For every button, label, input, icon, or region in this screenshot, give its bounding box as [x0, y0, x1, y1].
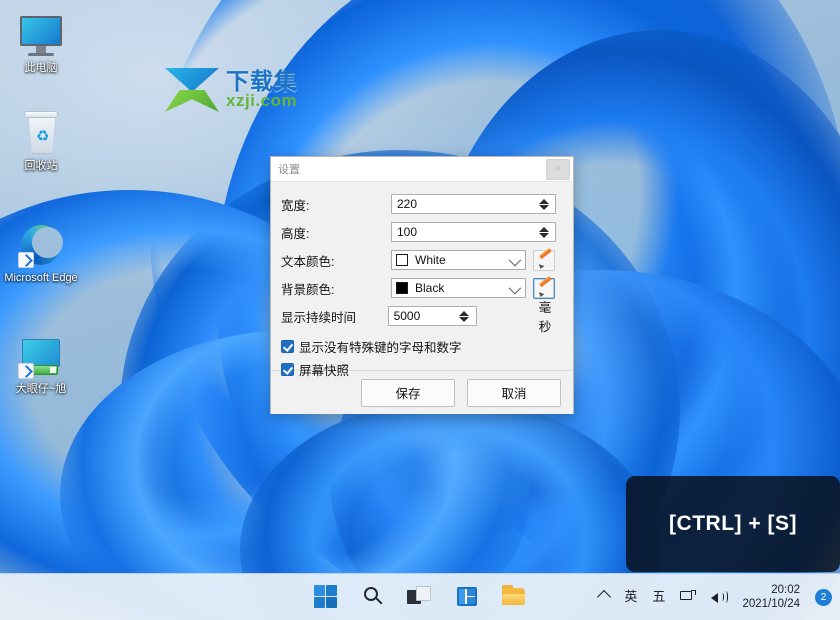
this-pc-icon: [18, 12, 64, 58]
background-color-label: 背景颜色:: [281, 279, 391, 298]
chevron-down-icon[interactable]: [509, 254, 522, 267]
taskbar-tray: 英 五 20:02 2021/10/24 2: [599, 583, 832, 611]
checkbox-label: 显示没有特殊键的字母和数字: [299, 337, 462, 356]
width-spinner-arrows[interactable]: [536, 196, 551, 213]
file-explorer-icon[interactable]: [501, 584, 527, 610]
app-shortcut-icon: [18, 333, 64, 379]
ime-language-indicator[interactable]: 英: [624, 590, 637, 604]
background-color-select[interactable]: Black: [391, 278, 526, 298]
chevron-up-icon[interactable]: [539, 227, 549, 232]
chevron-down-icon[interactable]: [459, 317, 469, 322]
row-text-color: 文本颜色: White: [281, 246, 563, 274]
taskbar: 英 五 20:02 2021/10/24 2: [0, 573, 840, 620]
checkbox-label: 屏幕快照: [299, 360, 349, 379]
recycle-bin-icon: ♻: [18, 110, 64, 156]
clock-date: 2021/10/24: [742, 597, 800, 611]
desktop-icon-app-shortcut[interactable]: 大眼仔~旭: [0, 333, 82, 396]
row-background-color: 背景颜色: Black: [281, 274, 563, 302]
checkbox-icon[interactable]: [281, 363, 294, 376]
checkbox-icon[interactable]: [281, 340, 294, 353]
row-height: 高度: 100: [281, 218, 563, 246]
chevron-up-icon[interactable]: [597, 590, 611, 604]
dialog-title: 设置: [271, 161, 300, 177]
row-width: 宽度: 220: [281, 190, 563, 218]
dialog-form: 宽度: 220 高度: 100 文本颜色:: [271, 182, 573, 370]
duration-stepper[interactable]: 5000: [388, 306, 477, 326]
background-color-value: Black: [415, 281, 444, 295]
pencil-icon: [538, 283, 552, 296]
height-spinner-arrows[interactable]: [536, 224, 551, 241]
keystroke-text: [CTRL] + [S]: [669, 512, 797, 536]
chevron-up-icon[interactable]: [459, 311, 469, 316]
width-stepper[interactable]: 220: [391, 194, 556, 214]
start-icon[interactable]: [313, 584, 339, 610]
text-color-edit-button[interactable]: [533, 250, 555, 271]
ime-mode-indicator[interactable]: 五: [652, 590, 665, 604]
text-color-swatch: [396, 254, 408, 266]
duration-unit-label: 毫秒: [539, 297, 563, 335]
close-icon[interactable]: ×: [546, 159, 570, 180]
widgets-icon[interactable]: [454, 584, 480, 610]
shortcut-arrow-icon: [18, 252, 34, 268]
chevron-down-icon[interactable]: [539, 205, 549, 210]
chevron-up-icon[interactable]: [539, 199, 549, 204]
task-view-icon[interactable]: [407, 584, 433, 610]
microsoft-edge-icon: [18, 222, 64, 268]
text-color-label: 文本颜色:: [281, 251, 391, 270]
save-button[interactable]: 保存: [361, 379, 455, 407]
duration-label: 显示持续时间: [281, 307, 388, 326]
height-label: 高度:: [281, 223, 391, 242]
width-label: 宽度:: [281, 195, 391, 214]
clock-time: 20:02: [742, 583, 800, 597]
desktop-icon-recycle-bin[interactable]: ♻ 回收站: [0, 110, 82, 173]
background-color-swatch: [396, 282, 408, 294]
notification-badge[interactable]: 2: [815, 589, 832, 606]
search-icon[interactable]: [360, 584, 386, 610]
site-watermark: 下载集 xzji.com: [165, 68, 298, 112]
desktop-icon-label: Microsoft Edge: [0, 272, 82, 285]
desktop-icon-microsoft-edge[interactable]: Microsoft Edge: [0, 222, 82, 285]
desktop-icon-label: 此电脑: [0, 62, 82, 75]
chevron-down-icon[interactable]: [509, 282, 522, 295]
duration-spinner-arrows[interactable]: [457, 308, 472, 325]
network-icon[interactable]: [680, 590, 696, 604]
settings-dialog[interactable]: 设置 × 宽度: 220 高度: 100: [270, 156, 574, 414]
volume-icon[interactable]: [711, 590, 727, 604]
text-color-select[interactable]: White: [391, 250, 526, 270]
height-stepper[interactable]: 100: [391, 222, 556, 242]
height-value[interactable]: 100: [392, 223, 555, 239]
chevron-down-icon[interactable]: [539, 233, 549, 238]
text-color-value: White: [415, 253, 446, 267]
pencil-icon: [538, 255, 552, 268]
clock[interactable]: 20:02 2021/10/24: [742, 583, 800, 611]
cancel-button[interactable]: 取消: [467, 379, 561, 407]
desktop-icon-this-pc[interactable]: 此电脑: [0, 12, 82, 75]
dialog-titlebar[interactable]: 设置 ×: [271, 157, 573, 182]
checkbox-show-plain-keys[interactable]: 显示没有特殊键的字母和数字: [281, 335, 563, 358]
width-value[interactable]: 220: [392, 195, 555, 211]
shortcut-arrow-icon: [18, 363, 34, 379]
keystroke-overlay: [CTRL] + [S]: [626, 476, 840, 572]
desktop-icon-label: 大眼仔~旭: [0, 383, 82, 396]
background-color-edit-button[interactable]: [533, 278, 555, 299]
watermark-cn-text: 下载集: [226, 70, 298, 92]
row-duration: 显示持续时间 5000 毫秒: [281, 302, 563, 330]
watermark-en-text: xzji.com: [226, 92, 298, 110]
desktop-icon-label: 回收站: [0, 160, 82, 173]
watermark-logo-icon: [165, 68, 219, 112]
